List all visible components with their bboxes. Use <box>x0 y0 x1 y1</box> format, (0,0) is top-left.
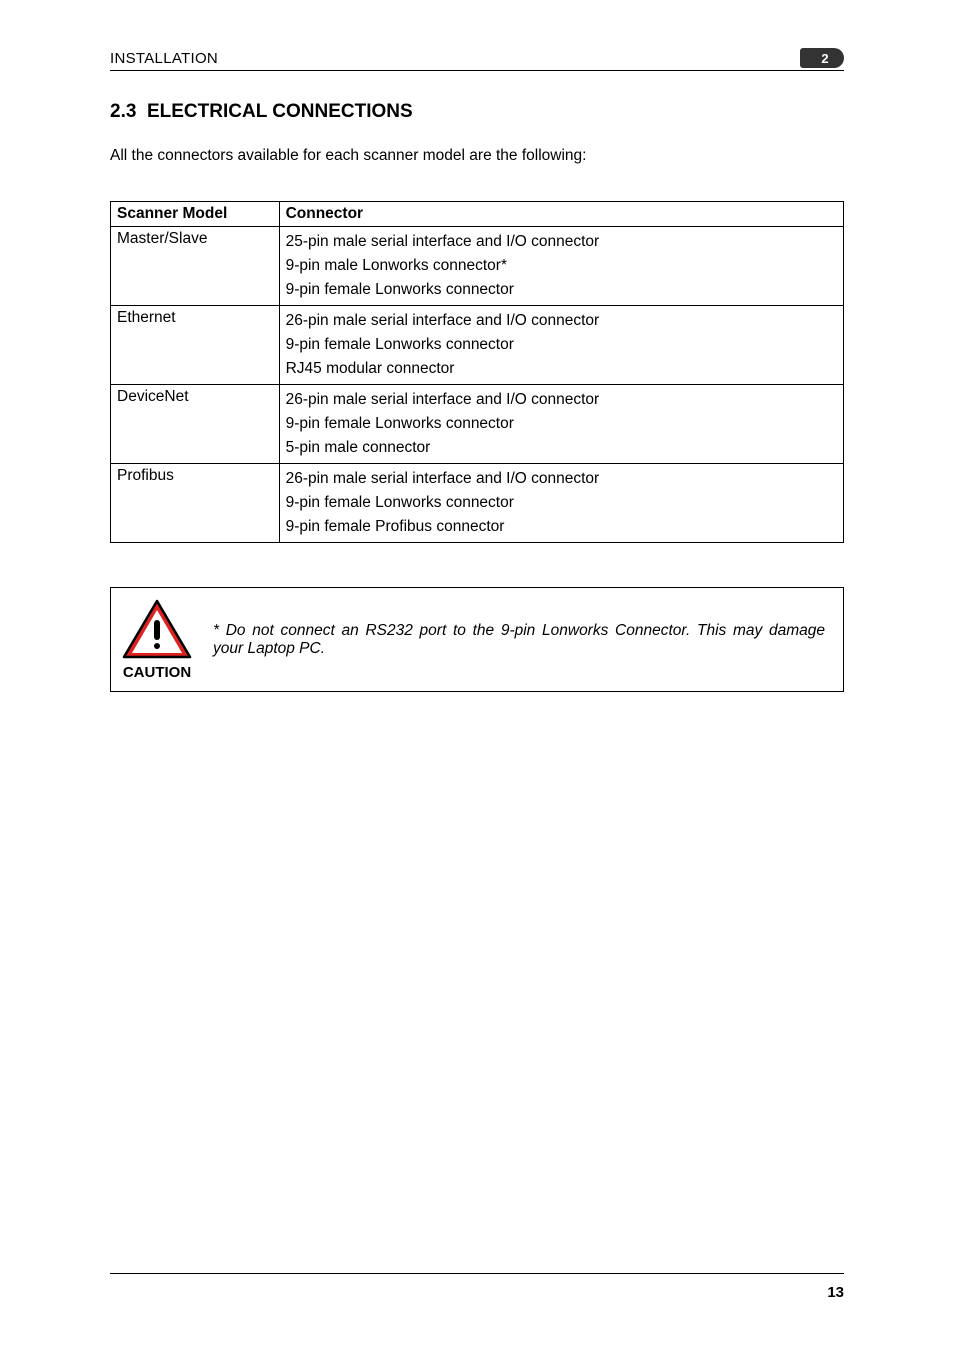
caution-box: CAUTION * Do not connect an RS232 port t… <box>110 587 844 692</box>
chapter-number: 2 <box>800 48 844 68</box>
connector-line: 26-pin male serial interface and I/O con… <box>286 467 837 491</box>
section-heading: 2.3 ELECTRICAL CONNECTIONS <box>110 101 844 123</box>
page-number: 13 <box>110 1284 844 1301</box>
connector-table: Scanner Model Connector Master/Slave 25-… <box>110 201 844 543</box>
table-row: Profibus 26-pin male serial interface an… <box>111 464 844 543</box>
page-footer: 13 <box>110 1273 844 1301</box>
connector-cell: 26-pin male serial interface and I/O con… <box>279 385 843 464</box>
scanner-model-cell: Master/Slave <box>111 227 280 306</box>
connector-line: 9-pin male Lonworks connector* <box>286 254 837 278</box>
page-header: INSTALLATION 2 <box>110 50 844 68</box>
caution-left: CAUTION <box>121 598 193 681</box>
scanner-model-cell: DeviceNet <box>111 385 280 464</box>
table-header-row: Scanner Model Connector <box>111 202 844 227</box>
section-title: ELECTRICAL CONNECTIONS <box>147 101 413 122</box>
connector-line: 9-pin female Lonworks connector <box>286 412 837 436</box>
scanner-model-cell: Ethernet <box>111 306 280 385</box>
connector-line: 9-pin female Profibus connector <box>286 515 837 539</box>
connector-cell: 26-pin male serial interface and I/O con… <box>279 464 843 543</box>
connector-line: 9-pin female Lonworks connector <box>286 333 837 357</box>
connector-line: 26-pin male serial interface and I/O con… <box>286 388 837 412</box>
table-row: Master/Slave 25-pin male serial interfac… <box>111 227 844 306</box>
header-divider <box>110 70 844 71</box>
caution-text: * Do not connect an RS232 port to the 9-… <box>213 622 825 658</box>
table-header-connector: Connector <box>279 202 843 227</box>
caution-label: CAUTION <box>123 664 191 681</box>
connector-line: 9-pin female Lonworks connector <box>286 278 837 302</box>
connector-cell: 26-pin male serial interface and I/O con… <box>279 306 843 385</box>
scanner-model-cell: Profibus <box>111 464 280 543</box>
header-title: INSTALLATION <box>110 50 218 67</box>
chapter-badge: 2 <box>800 48 844 68</box>
connector-line: 9-pin female Lonworks connector <box>286 491 837 515</box>
connector-line: 26-pin male serial interface and I/O con… <box>286 309 837 333</box>
section-number: 2.3 <box>110 101 136 122</box>
table-header-model: Scanner Model <box>111 202 280 227</box>
connector-line: RJ45 modular connector <box>286 357 837 381</box>
table-row: DeviceNet 26-pin male serial interface a… <box>111 385 844 464</box>
connector-line: 5-pin male connector <box>286 436 837 460</box>
connector-line: 25-pin male serial interface and I/O con… <box>286 230 837 254</box>
intro-text: All the connectors available for each sc… <box>110 147 844 165</box>
footer-divider <box>110 1273 844 1274</box>
caution-icon <box>121 598 193 660</box>
table-row: Ethernet 26-pin male serial interface an… <box>111 306 844 385</box>
connector-cell: 25-pin male serial interface and I/O con… <box>279 227 843 306</box>
